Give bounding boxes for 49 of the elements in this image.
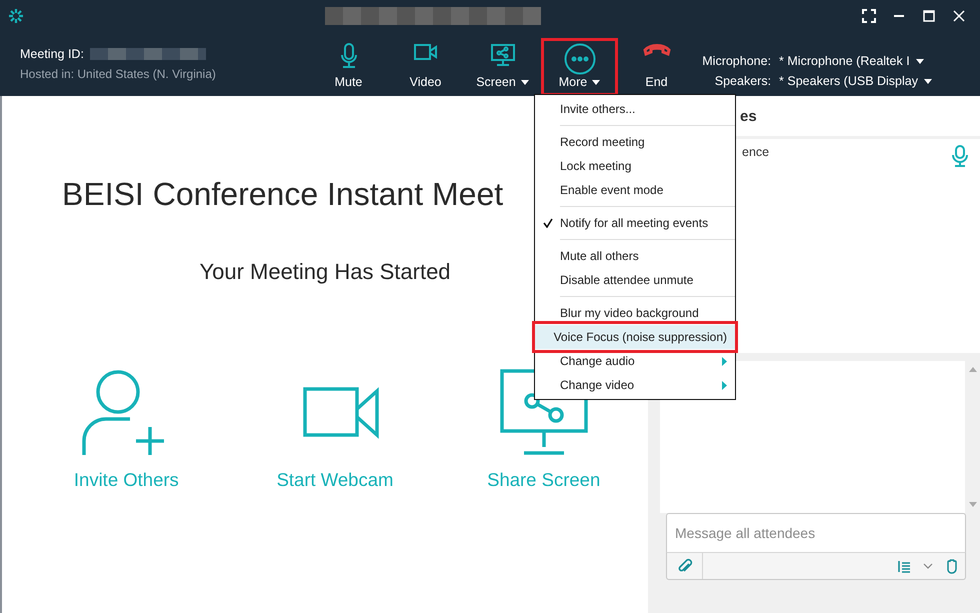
toolbar-button[interactable]: Screen [464, 38, 541, 96]
message-field[interactable]: Message all attendees [666, 513, 966, 552]
hosted-region: Hosted in: United States (N. Virginia) [20, 67, 217, 81]
end-button[interactable]: End [618, 38, 695, 96]
menu-item[interactable]: Enable event mode [535, 178, 735, 202]
menu-item[interactable]: Disable attendee unmute [535, 268, 735, 292]
submenu-arrow-icon [722, 356, 727, 366]
menu-item[interactable]: Mute all others [535, 244, 735, 268]
minimize-icon [893, 15, 905, 17]
toolbar-button[interactable]: Mute [310, 38, 387, 96]
menu-item[interactable]: Notify for all meeting events [535, 211, 735, 235]
caret-icon [924, 78, 932, 84]
checkmark-icon [542, 218, 552, 228]
device-label: Speakers: [714, 74, 772, 88]
device-label: Microphone: [702, 54, 772, 68]
scroll-up-icon[interactable] [968, 367, 976, 372]
hand-icon [945, 558, 959, 574]
screen-share-icon [490, 43, 514, 67]
device-select[interactable]: * Speakers (USB Display [779, 74, 932, 88]
maximize-icon [923, 10, 935, 22]
chevron-down-icon [923, 563, 933, 569]
menu-item[interactable]: Invite others... [535, 97, 735, 121]
microphone-icon [952, 145, 968, 167]
meeting-status: Your Meeting Has Started [199, 259, 451, 285]
menu-item[interactable]: Change audio [535, 349, 735, 373]
meeting-title: BEISI Conference Instant Meet [62, 176, 504, 213]
menu-item[interactable]: Blur my video background [535, 301, 735, 325]
fullscreen-icon [862, 9, 876, 23]
caret-icon [520, 80, 529, 84]
menu-item[interactable]: Lock meeting [535, 154, 735, 178]
submenu-arrow-icon [722, 380, 727, 390]
microphone-icon [340, 43, 358, 69]
toolbar-button[interactable]: Video [387, 38, 464, 96]
more-icon [564, 43, 596, 75]
attendees-header: es [740, 108, 757, 124]
meeting-id-label: Meeting ID: [20, 47, 84, 61]
close-icon [953, 10, 965, 22]
paperclip-icon [676, 558, 692, 574]
device-select[interactable]: * Microphone (Realtek I [779, 54, 932, 68]
menu-item[interactable]: Change video [535, 373, 735, 397]
phone-hangup-icon [642, 43, 670, 57]
app-logo-icon [8, 8, 24, 24]
video-camera-icon [414, 43, 438, 61]
attendee-name: ence [742, 145, 770, 161]
caret-icon [592, 80, 600, 84]
list-icon [897, 558, 911, 574]
caret-icon [916, 58, 924, 64]
scroll-down-icon[interactable] [968, 502, 976, 507]
menu-item[interactable]: Record meeting [535, 130, 735, 154]
